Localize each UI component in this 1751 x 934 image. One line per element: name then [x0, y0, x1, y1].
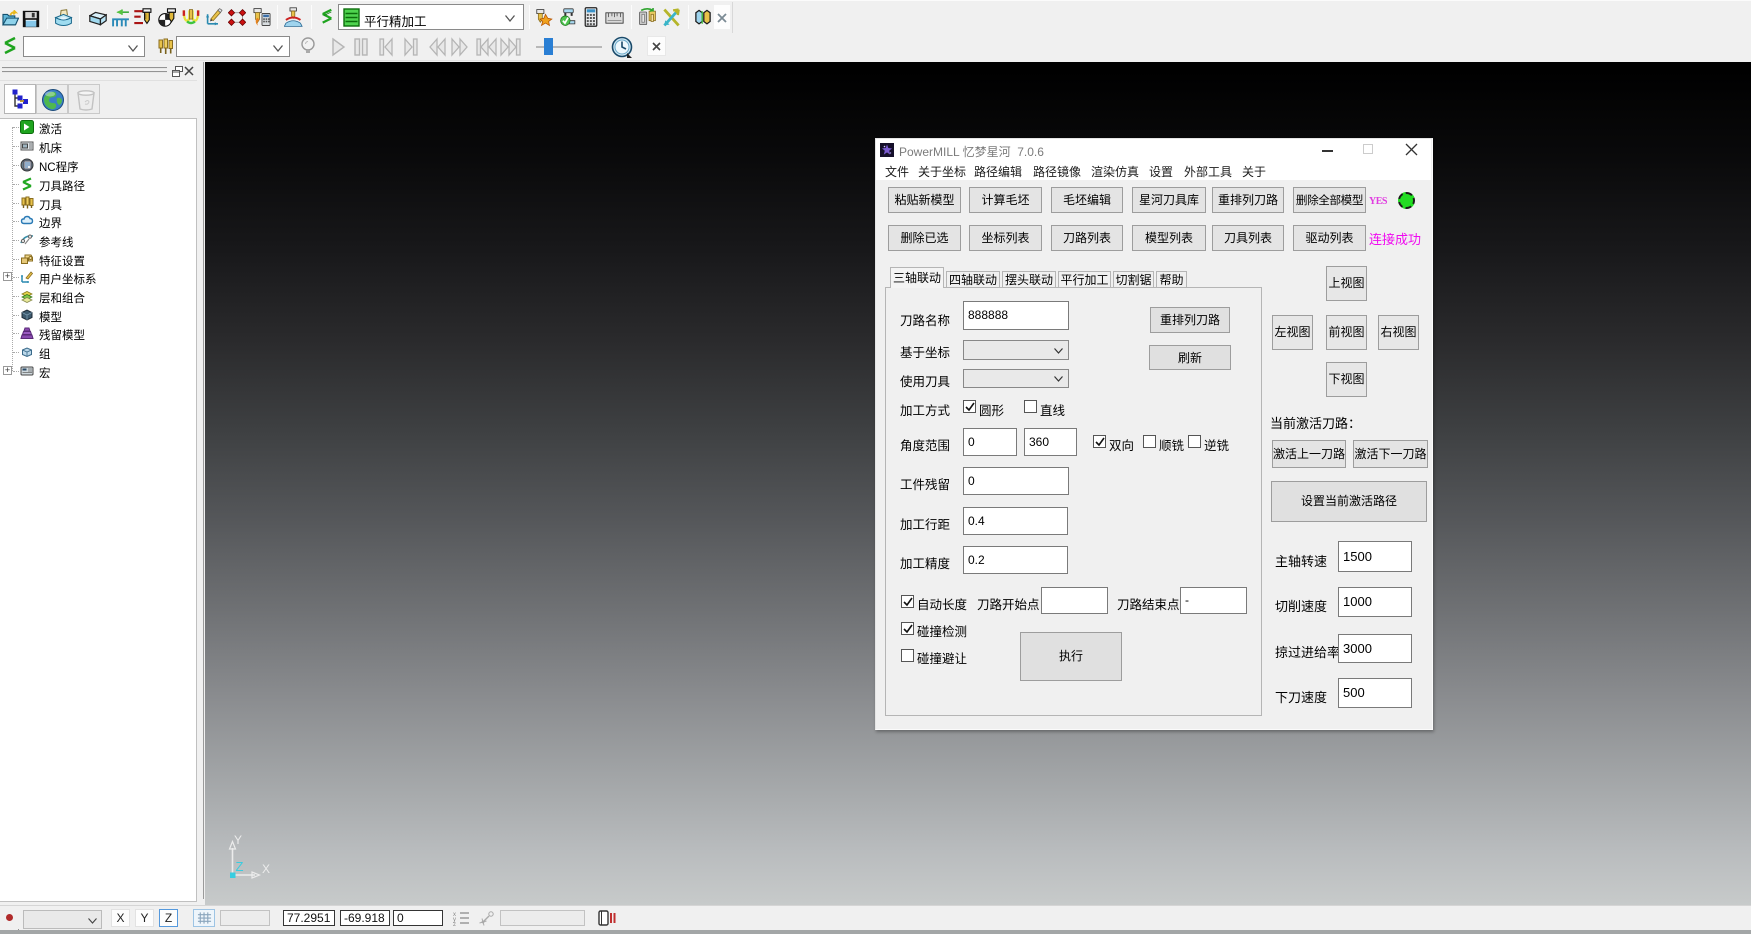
- svg-text:z: z: [453, 922, 456, 927]
- svg-text:X: X: [262, 862, 270, 876]
- svg-text:Y: Y: [234, 833, 242, 847]
- svg-text:Z: Z: [236, 859, 244, 874]
